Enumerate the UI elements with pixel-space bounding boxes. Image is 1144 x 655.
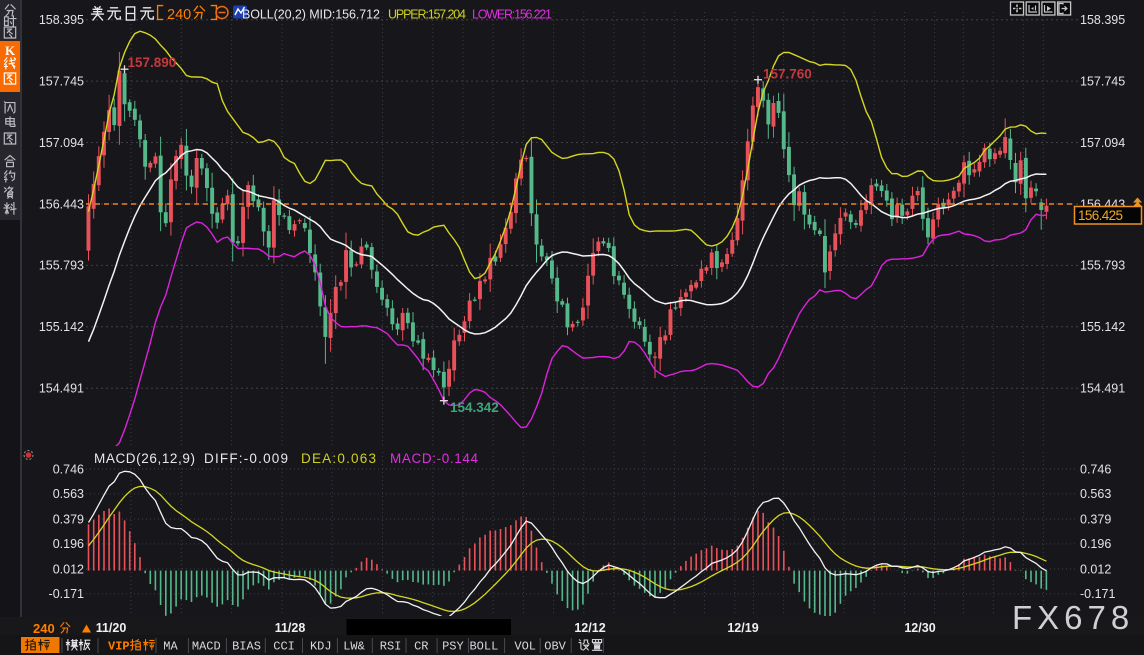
svg-text:-0.171: -0.171 bbox=[49, 587, 84, 601]
svg-text:CCI: CCI bbox=[273, 640, 295, 654]
svg-text:DIFF:-0.009: DIFF:-0.009 bbox=[204, 451, 288, 466]
svg-text:240: 240 bbox=[33, 621, 55, 636]
svg-text:157.760: 157.760 bbox=[763, 67, 812, 82]
svg-text:158.395: 158.395 bbox=[1080, 13, 1125, 27]
svg-text:KDJ: KDJ bbox=[310, 640, 332, 654]
svg-text:154.491: 154.491 bbox=[39, 382, 84, 396]
svg-text:RSI: RSI bbox=[380, 640, 402, 654]
svg-text:LW&: LW& bbox=[343, 640, 365, 654]
svg-text:157.890: 157.890 bbox=[128, 55, 177, 70]
svg-text:157.094: 157.094 bbox=[39, 136, 84, 150]
svg-text:155.793: 155.793 bbox=[39, 259, 84, 273]
svg-text:155.142: 155.142 bbox=[1080, 320, 1125, 334]
svg-text:BOLL: BOLL bbox=[469, 640, 498, 654]
svg-text:12/19: 12/19 bbox=[727, 621, 758, 635]
svg-text:157.745: 157.745 bbox=[39, 74, 84, 88]
svg-text:MACD(26,12,9): MACD(26,12,9) bbox=[94, 451, 195, 466]
svg-text:CR: CR bbox=[414, 640, 428, 654]
svg-text:MACD:-0.144: MACD:-0.144 bbox=[390, 451, 478, 466]
svg-text:12/12: 12/12 bbox=[574, 621, 605, 635]
svg-text:154.342: 154.342 bbox=[450, 400, 499, 415]
svg-text:0.563: 0.563 bbox=[53, 487, 84, 501]
svg-text:BIAS: BIAS bbox=[232, 640, 261, 654]
svg-text:156.425: 156.425 bbox=[1078, 208, 1123, 223]
svg-text:0.746: 0.746 bbox=[53, 462, 84, 476]
svg-text:0.012: 0.012 bbox=[53, 562, 84, 576]
svg-text:155.793: 155.793 bbox=[1080, 259, 1125, 273]
svg-text:0.196: 0.196 bbox=[53, 537, 84, 551]
svg-text:LOWER:156.221: LOWER:156.221 bbox=[472, 8, 552, 22]
svg-text:0.196: 0.196 bbox=[1080, 537, 1111, 551]
svg-text:0.563: 0.563 bbox=[1080, 487, 1111, 501]
svg-text:BOLL(20,2) MID:156.712: BOLL(20,2) MID:156.712 bbox=[242, 8, 380, 22]
svg-text:VOL: VOL bbox=[514, 640, 536, 654]
svg-text:157.745: 157.745 bbox=[1080, 74, 1125, 88]
svg-text:154.491: 154.491 bbox=[1080, 382, 1125, 396]
svg-text:0.379: 0.379 bbox=[53, 512, 84, 526]
svg-text:157.094: 157.094 bbox=[1080, 136, 1125, 150]
svg-text:MACD: MACD bbox=[192, 640, 221, 654]
svg-text:240: 240 bbox=[167, 7, 191, 23]
svg-text:11/20: 11/20 bbox=[96, 621, 127, 635]
svg-text:K: K bbox=[5, 43, 16, 58]
svg-text:0.379: 0.379 bbox=[1080, 512, 1111, 526]
svg-text:0.746: 0.746 bbox=[1080, 462, 1111, 476]
svg-text:FX678: FX678 bbox=[1012, 599, 1134, 636]
svg-text:155.142: 155.142 bbox=[39, 320, 84, 334]
svg-text:0.012: 0.012 bbox=[1080, 562, 1111, 576]
svg-text:11/28: 11/28 bbox=[275, 621, 306, 635]
svg-text:OBV: OBV bbox=[544, 640, 566, 654]
svg-text:VIP: VIP bbox=[108, 640, 130, 654]
svg-text:158.395: 158.395 bbox=[39, 13, 84, 27]
svg-text:MA: MA bbox=[163, 640, 178, 654]
svg-text:156.443: 156.443 bbox=[39, 197, 84, 211]
svg-text:DEA:0.063: DEA:0.063 bbox=[301, 451, 376, 466]
svg-text:PSY: PSY bbox=[442, 640, 464, 654]
svg-text:UPPER:157.204: UPPER:157.204 bbox=[388, 8, 466, 22]
svg-text:12/30: 12/30 bbox=[904, 621, 935, 635]
